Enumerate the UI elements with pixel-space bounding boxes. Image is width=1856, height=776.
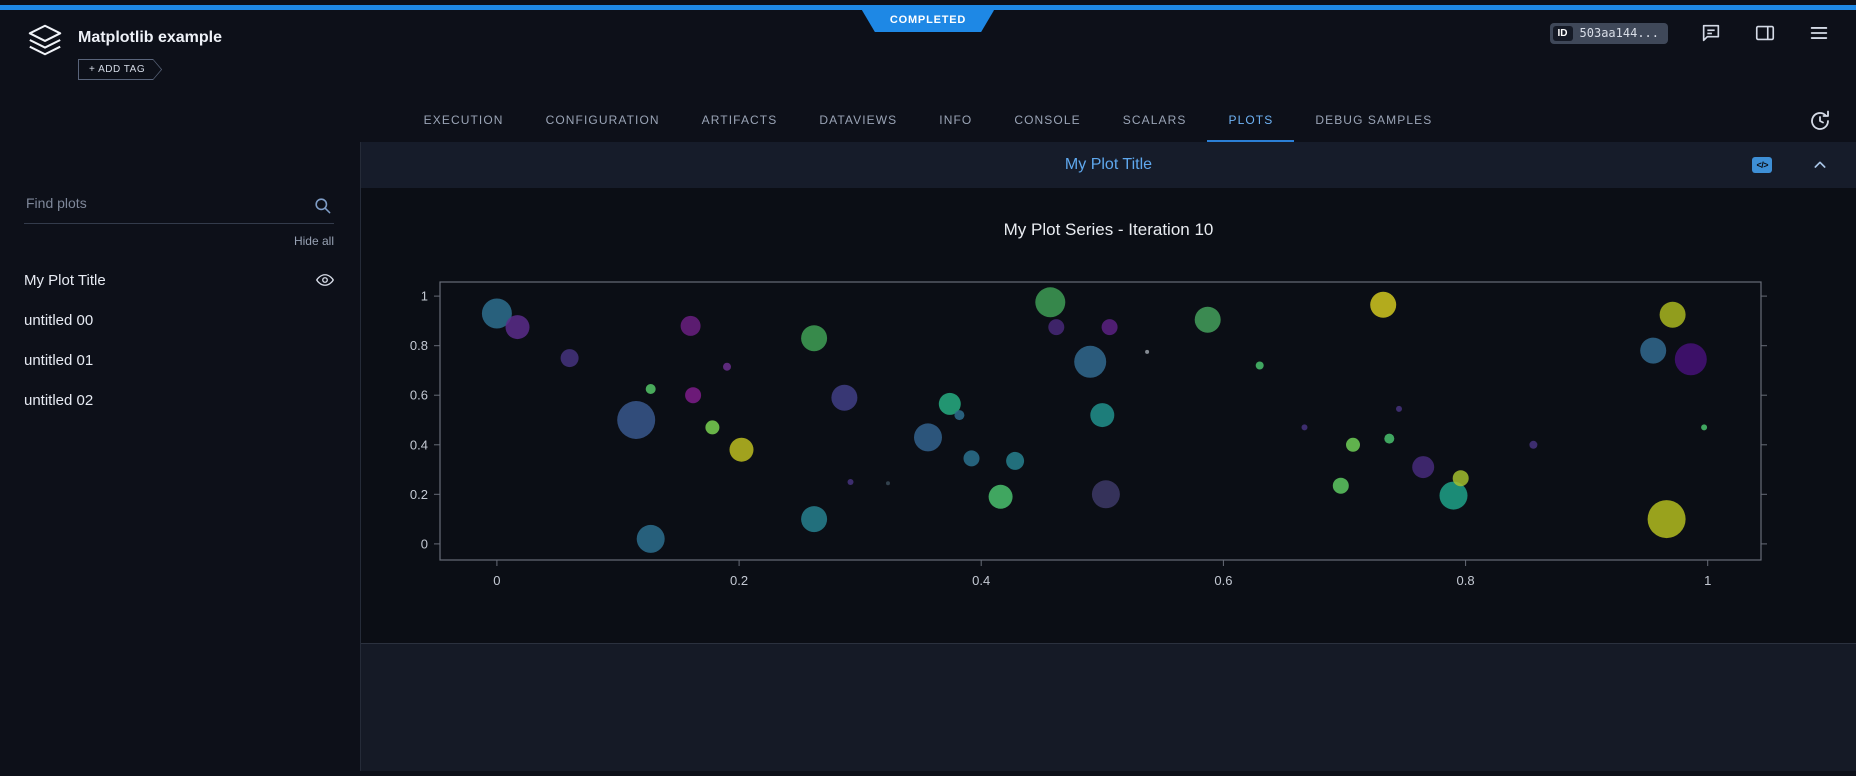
tab-scalars[interactable]: SCALARS [1102,100,1208,142]
tab-artifacts[interactable]: ARTIFACTS [681,100,799,142]
chart-title: My Plot Series - Iteration 10 [361,220,1856,240]
tab-execution[interactable]: EXECUTION [403,100,525,142]
header-right: ID 503aa144... [1550,5,1830,47]
tab-info[interactable]: INFO [918,100,993,142]
sidebar-item-my-plot-title[interactable]: My Plot Title [24,260,334,300]
tab-dataviews[interactable]: DATAVIEWS [798,100,918,142]
app-logo-icon[interactable] [26,21,64,59]
tab-debug-samples[interactable]: DEBUG SAMPLES [1294,100,1453,142]
plot-panel-title: My Plot Title [361,156,1856,174]
svg-text:0.2: 0.2 [410,487,428,502]
next-panel-region [361,643,1856,771]
main-panel: My Plot Title </> My Plot Series - Itera… [361,142,1856,771]
header-left: Matplotlib example + ADD TAG [26,5,222,100]
auto-refresh-icon[interactable] [1808,109,1832,138]
collapse-panel-icon[interactable] [1812,157,1828,173]
status-badge: COMPLETED [862,10,994,32]
svg-text:0.4: 0.4 [410,437,428,452]
add-tag-label: + ADD TAG [79,60,161,79]
svg-text:1: 1 [1704,573,1711,588]
plot-list: My Plot Title untitled 00 untitled 01 untit… [24,260,334,420]
plot-item-label: untitled 01 [24,352,93,369]
feedback-icon[interactable] [1700,22,1722,44]
tab-configuration[interactable]: CONFIGURATION [525,100,681,142]
plots-sidebar: Hide all My Plot Title untitled 00 untitle… [0,142,361,771]
search-input[interactable] [24,194,308,212]
view-code-icon[interactable]: </> [1752,157,1772,173]
title-block: Matplotlib example + ADD TAG [78,21,222,100]
svg-text:0: 0 [493,573,500,588]
svg-text:0.4: 0.4 [972,573,990,588]
search-icon[interactable] [313,196,332,215]
experiment-title: Matplotlib example [78,29,222,47]
svg-text:0.6: 0.6 [410,388,428,403]
add-tag-button[interactable]: + ADD TAG [78,59,162,80]
side-panel-icon[interactable] [1754,22,1776,44]
top-accent-bar [0,5,1856,10]
plot-item-label: untitled 02 [24,392,93,409]
svg-text:0.6: 0.6 [1214,573,1232,588]
plot-panel-header: My Plot Title </> [361,142,1856,188]
plot-item-label: My Plot Title [24,272,106,289]
svg-text:1: 1 [421,289,428,304]
tab-bar-items: EXECUTIONCONFIGURATIONARTIFACTSDATAVIEWS… [403,100,1454,142]
experiment-id-chip[interactable]: ID 503aa144... [1550,23,1668,44]
sidebar-item-untitled-00[interactable]: untitled 00 [24,300,334,340]
svg-text:0.8: 0.8 [410,338,428,353]
eye-icon[interactable] [316,271,334,289]
sidebar-item-untitled-02[interactable]: untitled 02 [24,380,334,420]
tab-bar: EXECUTIONCONFIGURATIONARTIFACTSDATAVIEWS… [0,100,1856,142]
svg-text:0.2: 0.2 [730,573,748,588]
menu-icon[interactable] [1808,22,1830,44]
sidebar-item-untitled-01[interactable]: untitled 01 [24,340,334,380]
content: Hide all My Plot Title untitled 00 untitle… [0,142,1856,771]
id-badge: ID [1553,26,1573,41]
svg-text:0.8: 0.8 [1457,573,1475,588]
svg-text:0: 0 [421,536,428,551]
tab-console[interactable]: CONSOLE [993,100,1101,142]
plot-item-label: untitled 00 [24,312,93,329]
plot-area: My Plot Series - Iteration 10 0 0.2 0.4 0.6… [361,188,1856,643]
id-value: 503aa144... [1580,26,1659,40]
tab-plots[interactable]: PLOTS [1207,100,1294,142]
plot-search [24,194,334,224]
scatter-chart[interactable]: 0 0.2 0.4 0.6 0.8 1 0 0.2 0.4 0.6 0.8 1 [361,262,1856,602]
hide-all-link[interactable]: Hide all [24,234,334,248]
